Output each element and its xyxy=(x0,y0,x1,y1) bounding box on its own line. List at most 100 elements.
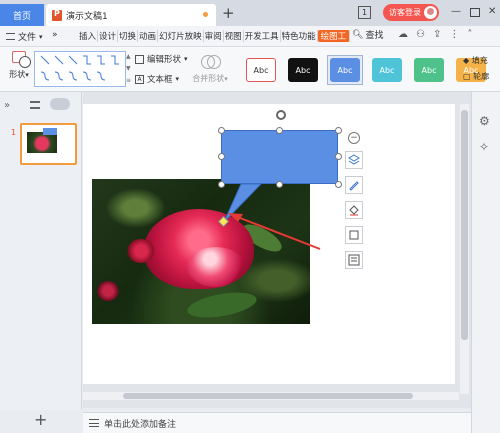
ribbon-tab[interactable]: 插入 xyxy=(78,30,99,42)
notes-bar[interactable]: 单击此处添加备注 xyxy=(83,412,471,433)
rotate-handle[interactable] xyxy=(276,110,286,120)
rose-bud xyxy=(127,239,155,263)
callout-shape[interactable] xyxy=(221,130,338,184)
text-wrap-icon[interactable] xyxy=(345,251,363,269)
share-user-icon[interactable]: ⚇ xyxy=(416,29,425,40)
merge-shape-label: 合并形状 xyxy=(192,74,225,83)
close-button[interactable]: ✕ xyxy=(488,6,496,17)
top-ruler xyxy=(83,92,471,104)
shape-style-option[interactable]: Abc xyxy=(369,55,405,85)
share-icon[interactable]: ⇪ xyxy=(433,29,441,40)
ribbon-tab[interactable]: 幻灯片放映 xyxy=(158,30,204,42)
slide-editor: − xyxy=(83,92,471,408)
resize-handle[interactable] xyxy=(335,181,342,188)
edit-shape-label: 编辑形状 xyxy=(147,55,182,65)
textbox-icon: A xyxy=(135,74,144,84)
shape-style-option[interactable]: Abc xyxy=(327,55,363,85)
merge-shape-button[interactable]: 合并形状▾ xyxy=(190,53,230,84)
resize-handle[interactable] xyxy=(276,181,283,188)
outline-style-icon[interactable] xyxy=(345,226,363,244)
document-tab[interactable]: 演示文稿1 xyxy=(46,4,216,26)
shape-button[interactable]: 形状▾ xyxy=(6,51,32,80)
search-label: 查找 xyxy=(365,31,384,41)
slide-canvas[interactable]: − xyxy=(83,104,455,384)
rose-photo[interactable] xyxy=(92,179,310,324)
shape-style-option[interactable]: Abc xyxy=(285,55,321,85)
resize-handle[interactable] xyxy=(218,153,225,160)
pin-icon[interactable]: ✧ xyxy=(479,140,489,154)
fill-bucket-icon[interactable] xyxy=(345,201,363,219)
drawing-tools-ribbon: 形状▾ ▲ ▼ ≡ 编辑形状 ▾ A 文本框 ▾ 合并形状▾ Abc Abc Abc Abc A… xyxy=(0,47,500,92)
leaf-shape xyxy=(185,288,259,322)
vertical-scrollbar[interactable] xyxy=(460,104,469,394)
edit-shape-icon xyxy=(135,54,144,64)
shape-label: 形状 xyxy=(9,70,26,79)
new-tab-button[interactable]: + xyxy=(222,6,235,21)
collapse-ribbon-icon[interactable]: ˄ xyxy=(467,29,472,40)
ribbon-tabs: 插入 设计 切换 动画 幻灯片放映 审阅 视图 开发工具 特色功能 绘图工 xyxy=(78,30,351,42)
slide-thumbnails-panel: » 1 + xyxy=(0,92,82,429)
shape-style-swatch: Abc xyxy=(372,58,402,82)
rose-petal xyxy=(187,247,245,287)
horizontal-scroll-thumb[interactable] xyxy=(123,393,413,399)
ribbon-tab[interactable]: 绘图工 xyxy=(317,30,351,42)
outline-view-icon[interactable] xyxy=(30,101,40,109)
thumbnail-callout xyxy=(43,128,57,135)
collapse-toolbar-icon[interactable]: − xyxy=(348,132,360,144)
home-tab[interactable]: 首页 xyxy=(0,4,44,26)
fill-button[interactable]: ◆ 填充 xyxy=(463,53,489,69)
more-icon[interactable]: ⋮ xyxy=(449,29,459,40)
collapse-panel-icon[interactable]: » xyxy=(4,100,10,111)
shape-style-option[interactable]: Abc xyxy=(411,55,447,85)
minimize-button[interactable]: — xyxy=(451,6,461,17)
shape-style-option[interactable]: Abc xyxy=(243,55,279,85)
ribbon-tab[interactable]: 开发工具 xyxy=(244,30,281,42)
fill-label: 填充 xyxy=(471,56,488,65)
ribbon-tab[interactable]: 视图 xyxy=(224,30,244,42)
search-button[interactable]: 🔍︎ 查找 xyxy=(352,28,384,42)
maximize-button[interactable] xyxy=(470,8,480,17)
resize-handle[interactable] xyxy=(218,127,225,134)
file-menu-label: 文件 xyxy=(18,33,37,43)
shape-icon xyxy=(12,51,31,68)
horizontal-scrollbar[interactable] xyxy=(83,392,459,400)
edit-shape-button[interactable]: 编辑形状 ▾ xyxy=(135,53,188,65)
cloud-icon[interactable]: ☁ xyxy=(398,29,408,40)
shape-style-gallery: Abc Abc Abc Abc Abc Abc xyxy=(243,55,489,85)
menu-icon xyxy=(6,33,15,40)
pen-icon[interactable] xyxy=(345,176,363,194)
shape-style-swatch: Abc xyxy=(246,58,276,82)
thumbnail-view-icon[interactable] xyxy=(50,98,70,110)
notes-placeholder[interactable]: 单击此处添加备注 xyxy=(104,417,176,430)
page-indicator[interactable]: 1 xyxy=(358,6,371,19)
line-style-gallery[interactable] xyxy=(34,51,126,87)
vertical-scroll-thumb[interactable] xyxy=(461,110,468,340)
ribbon-tab[interactable]: 切换 xyxy=(118,30,139,42)
gallery-scroll[interactable]: ▲ ▼ ≡ xyxy=(126,51,132,87)
ribbon-tab[interactable]: 动画 xyxy=(138,30,159,42)
outline-button[interactable]: ▢ 轮廓 xyxy=(463,69,489,85)
ribbon-tab[interactable]: 审阅 xyxy=(204,30,224,42)
ribbon-tab[interactable]: 设计 xyxy=(98,30,119,42)
outline-icon: ▢ xyxy=(463,72,471,81)
properties-icon[interactable]: ⚙ xyxy=(479,114,490,128)
ribbon-tab[interactable]: 特色功能 xyxy=(281,30,318,42)
textbox-button[interactable]: A 文本框 ▾ xyxy=(135,73,179,85)
slide-number: 1 xyxy=(11,128,17,137)
merge-shape-icon xyxy=(201,55,221,69)
add-slide-button[interactable]: + xyxy=(34,410,47,429)
more-menus-button[interactable]: » xyxy=(52,30,58,40)
layers-icon[interactable] xyxy=(345,151,363,169)
guest-login-button[interactable]: 访客登录 xyxy=(383,4,439,21)
file-menu[interactable]: 文件 ▾ xyxy=(6,30,43,43)
fill-icon: ◆ xyxy=(463,56,470,65)
resize-handle[interactable] xyxy=(335,127,342,134)
shape-style-swatch: Abc xyxy=(288,58,318,82)
resize-handle[interactable] xyxy=(218,181,225,188)
resize-handle[interactable] xyxy=(335,153,342,160)
rose-bud xyxy=(97,281,119,301)
slide-thumbnail[interactable] xyxy=(20,123,77,165)
resize-handle[interactable] xyxy=(276,127,283,134)
toolbar-icons: ☁ ⚇ ⇪ ⋮ ˄ xyxy=(398,29,472,40)
right-side-panel: ⚙ ✧ xyxy=(471,92,500,433)
